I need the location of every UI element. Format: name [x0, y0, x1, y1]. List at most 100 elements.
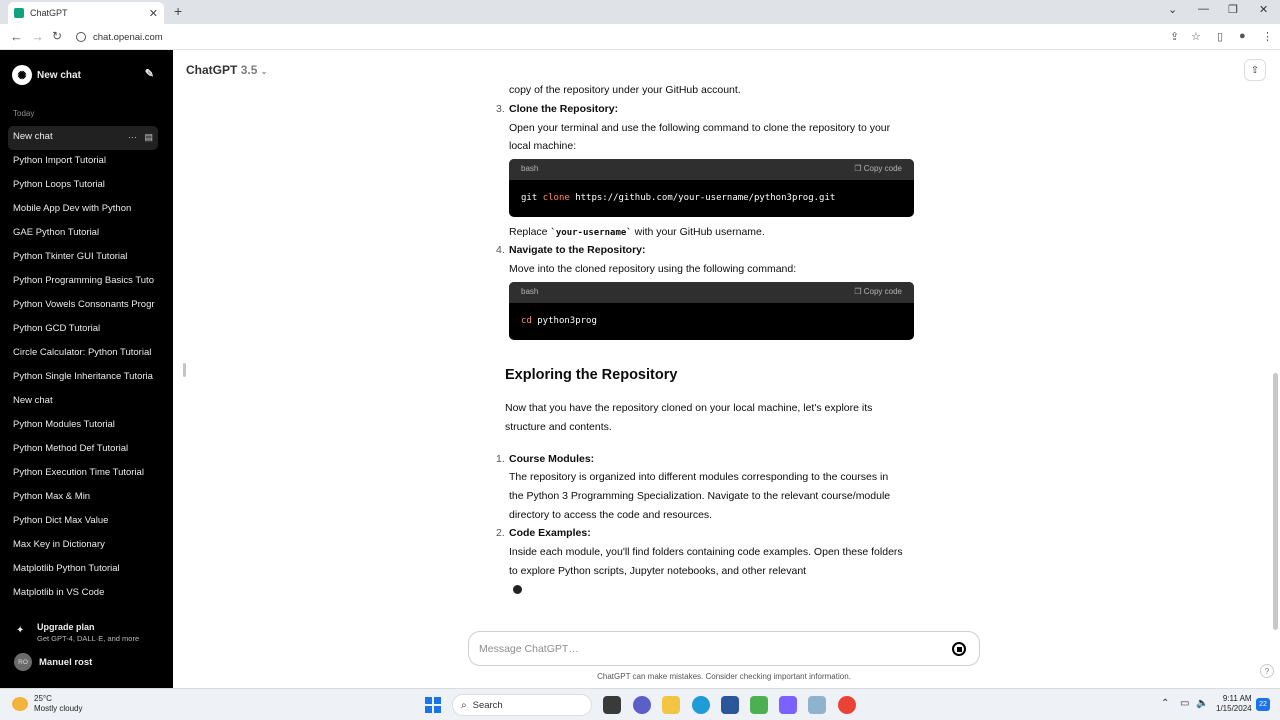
chat-list: New chat ··· ▤ Python Import Tutorial Pyt…	[8, 126, 158, 606]
model-version: 3.5	[240, 63, 258, 77]
date: 1/15/2024	[1216, 704, 1252, 713]
edge-browser-icon[interactable]	[692, 696, 710, 714]
chat-item[interactable]: Circle Calculator: Python Tutorial	[8, 342, 158, 366]
chat-item[interactable]: GAE Python Tutorial	[8, 222, 158, 246]
sidebar: ✺ New chat ✎ Today New chat ··· ▤ Python …	[0, 50, 173, 688]
site-info-icon[interactable]	[76, 32, 86, 42]
new-tab-button[interactable]: +	[174, 3, 182, 19]
vpn-app-icon[interactable]	[779, 696, 797, 714]
chat-item[interactable]: Python GCD Tutorial	[8, 318, 158, 342]
bookmark-star-icon[interactable]: ☆	[1191, 30, 1201, 43]
url-field[interactable]: chat.openai.com	[76, 28, 1176, 46]
time: 9:11 AM	[1222, 694, 1252, 703]
profile-icon[interactable]: ●	[1239, 30, 1246, 42]
network-icon[interactable]: ▭	[1180, 698, 1189, 709]
browser-tab[interactable]: ChatGPT ✕	[8, 2, 164, 24]
browser-menu-icon[interactable]: ⋮	[1262, 30, 1273, 43]
chevron-down-icon: ⌄	[260, 67, 268, 76]
sidebar-collapse-handle[interactable]	[183, 363, 186, 377]
chat-item[interactable]: Python Execution Time Tutorial	[8, 462, 158, 486]
chat-item-label: Python Loops Tutorial	[13, 179, 105, 190]
avatar: RO	[14, 653, 32, 671]
chat-item[interactable]: New chat	[8, 390, 158, 414]
chat-item[interactable]: Mobile App Dev with Python	[8, 198, 158, 222]
back-icon[interactable]: ←	[10, 29, 23, 44]
share-page-icon[interactable]: ⇪	[1170, 30, 1179, 43]
chatgpt-favicon-icon	[14, 8, 24, 18]
chat-item[interactable]: Python Dict Max Value	[8, 510, 158, 534]
tab-search-icon[interactable]: ⌄	[1168, 3, 1177, 16]
chat-item[interactable]: New chat ··· ▤	[8, 126, 158, 150]
side-panel-icon[interactable]: ▯	[1217, 30, 1223, 43]
chat-item[interactable]: Python Loops Tutorial	[8, 174, 158, 198]
new-chat-label: New chat	[37, 69, 81, 81]
section-heading: Exploring the Repository	[505, 367, 678, 383]
code-block: bash ❐ Copy code cd python3prog	[509, 282, 914, 340]
store-icon[interactable]	[721, 696, 739, 714]
weather-icon	[12, 697, 28, 711]
chat-item-label: Python Single Inheritance Tutoria	[13, 371, 153, 382]
taskbar-search[interactable]: ⌕ Search	[452, 694, 592, 716]
search-icon: ⌕	[461, 699, 467, 711]
close-tab-icon[interactable]: ✕	[149, 7, 158, 20]
upgrade-subtitle: Get GPT-4, DALL·E, and more	[37, 634, 140, 643]
model-selector[interactable]: ChatGPT 3.5 ⌄	[186, 63, 267, 77]
edit-icon[interactable]: ✎	[145, 67, 154, 80]
minimize-button[interactable]: —	[1198, 3, 1209, 15]
chat-item[interactable]: Python Import Tutorial	[8, 150, 158, 174]
close-window-button[interactable]: ✕	[1259, 3, 1268, 16]
share-button[interactable]: ⇧	[1244, 59, 1266, 81]
windows-start-icon[interactable]	[425, 697, 441, 713]
message-text: Move into the cloned repository using th…	[509, 263, 797, 275]
help-button[interactable]: ?	[1260, 664, 1274, 678]
chat-item[interactable]: Max Key in Dictionary	[8, 534, 158, 558]
chat-item[interactable]: Python Vowels Consonants Progr	[8, 294, 158, 318]
reload-icon[interactable]: ↻	[52, 29, 62, 43]
forward-icon[interactable]: →	[31, 29, 44, 44]
chat-app-icon[interactable]	[633, 696, 651, 714]
list-number: 3.	[496, 103, 505, 115]
step-title: Clone the Repository:	[509, 103, 619, 115]
copy-code-button[interactable]: ❐ Copy code	[854, 160, 902, 179]
weather-condition: Mostly cloudy	[34, 704, 83, 713]
code-argument: python3prog	[537, 316, 597, 326]
file-explorer-icon[interactable]	[662, 696, 680, 714]
copy-code-label: Copy code	[863, 164, 902, 174]
section-label-today: Today	[13, 109, 35, 118]
chat-options-icon[interactable]: ··· ▤	[128, 126, 153, 148]
chat-item[interactable]: Python Method Def Tutorial	[8, 438, 158, 462]
message-input[interactable]	[479, 641, 919, 657]
chat-item-label: Python Vowels Consonants Progr	[13, 299, 155, 310]
photos-app-icon[interactable]	[808, 696, 826, 714]
address-bar: ← → ↻ chat.openai.com ⇪ ☆ ▯ ● ⋮	[0, 24, 1280, 50]
user-name: Manuel rost	[39, 656, 93, 668]
task-view-icon[interactable]	[603, 696, 621, 714]
notification-badge[interactable]: 22	[1256, 698, 1270, 711]
message-text: copy of the repository under your GitHub…	[509, 84, 741, 96]
user-menu[interactable]: RO Manuel rost	[14, 653, 92, 671]
chat-item[interactable]: Matplotlib Python Tutorial	[8, 558, 158, 582]
stop-generating-button[interactable]	[952, 642, 966, 656]
new-chat-button[interactable]: ✺ New chat ✎	[12, 64, 160, 86]
chat-item[interactable]: Matplotlib in VS Code	[8, 582, 158, 606]
chat-item[interactable]: Python Single Inheritance Tutoria	[8, 366, 158, 390]
clock[interactable]: 9:11 AM 1/15/2024	[1216, 694, 1252, 714]
chat-item-label: Python Max & Min	[13, 491, 91, 502]
volume-icon[interactable]: 🔈	[1196, 698, 1208, 709]
chat-item[interactable]: Python Tkinter GUI Tutorial	[8, 246, 158, 270]
chat-item[interactable]: Python Max & Min	[8, 486, 158, 510]
chevron-up-icon[interactable]: ⌃	[1161, 698, 1169, 709]
chat-item[interactable]: Python Modules Tutorial	[8, 414, 158, 438]
chat-scrollbar[interactable]	[1273, 373, 1278, 630]
chrome-icon[interactable]	[838, 696, 856, 714]
copy-code-button[interactable]: ❐ Copy code	[854, 283, 902, 302]
notepad-app-icon[interactable]	[750, 696, 768, 714]
chat-item[interactable]: Python Programming Basics Tuto	[8, 270, 158, 294]
url-text: chat.openai.com	[93, 31, 163, 43]
chat-item-label: Mobile App Dev with Python	[13, 203, 132, 214]
restore-button[interactable]: ❐	[1228, 3, 1238, 16]
message-text: The repository is organized into differe…	[509, 471, 889, 483]
code-language: bash	[521, 287, 539, 297]
weather-widget[interactable]: 25°C Mostly cloudy	[12, 694, 82, 714]
message-text: Now that you have the repository cloned …	[505, 402, 873, 414]
